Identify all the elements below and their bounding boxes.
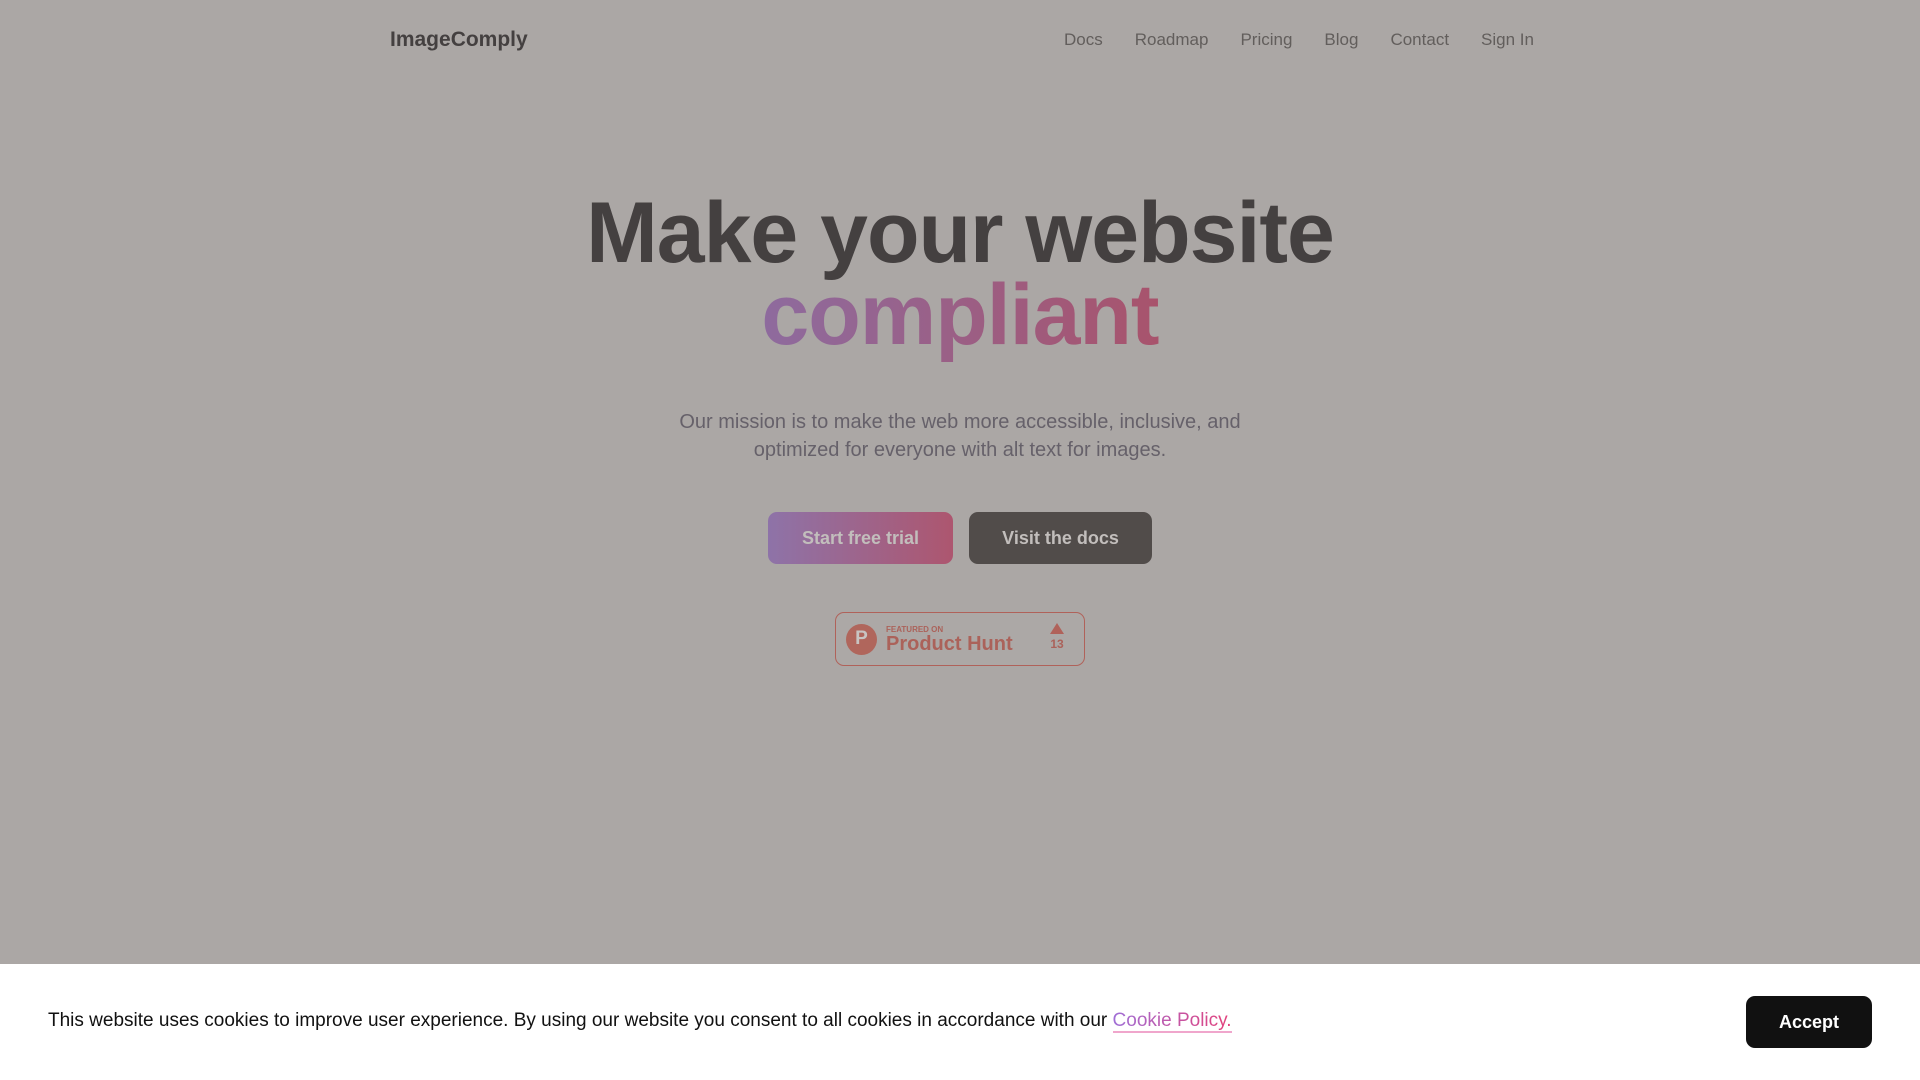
logo[interactable]: ImageComply — [390, 28, 528, 52]
product-hunt-logo-icon: P — [846, 623, 877, 655]
visit-docs-button[interactable]: Visit the docs — [969, 512, 1152, 564]
nav-sign-in[interactable]: Sign In — [1481, 30, 1534, 50]
nav-pricing[interactable]: Pricing — [1240, 30, 1292, 50]
hero-subtitle: Our mission is to make the web more acce… — [0, 408, 1920, 464]
product-hunt-badge[interactable]: P FEATURED ON Product Hunt 13 — [835, 612, 1085, 666]
nav-blog[interactable]: Blog — [1324, 30, 1358, 50]
product-hunt-name: Product Hunt — [886, 632, 1013, 655]
start-free-trial-button[interactable]: Start free trial — [768, 512, 953, 564]
nav-docs[interactable]: Docs — [1064, 30, 1103, 50]
accept-cookies-button[interactable]: Accept — [1746, 996, 1872, 1048]
upvote-count: 13 — [1050, 623, 1064, 651]
cookie-policy-link[interactable]: Cookie Policy. — [1112, 1010, 1232, 1033]
nav-contact[interactable]: Contact — [1390, 30, 1449, 50]
nav-roadmap[interactable]: Roadmap — [1135, 30, 1209, 50]
triangle-up-icon — [1050, 623, 1064, 634]
subtitle-line2: optimized for everyone with alt text for… — [753, 439, 1167, 461]
hero-title-highlight: compliant — [761, 267, 1159, 363]
cookie-banner: This website uses cookies to improve use… — [0, 964, 1920, 1080]
cookie-message: This website uses cookies to improve use… — [48, 1010, 1232, 1033]
hero-buttons: Start free trial Visit the docs — [768, 512, 1152, 564]
hero-title-line1: Make your website — [586, 185, 1335, 281]
main-nav: Docs Roadmap Pricing Blog Contact Sign I… — [1064, 30, 1534, 50]
subtitle-line1: Our mission is to make the web more acce… — [679, 411, 1241, 433]
vote-number: 13 — [1050, 637, 1064, 651]
page: ImageComply Docs Roadmap Pricing Blog Co… — [0, 0, 1920, 1080]
hero-title: Make your website compliant — [0, 185, 1920, 358]
cookie-text: This website uses cookies to improve use… — [48, 1010, 1113, 1031]
